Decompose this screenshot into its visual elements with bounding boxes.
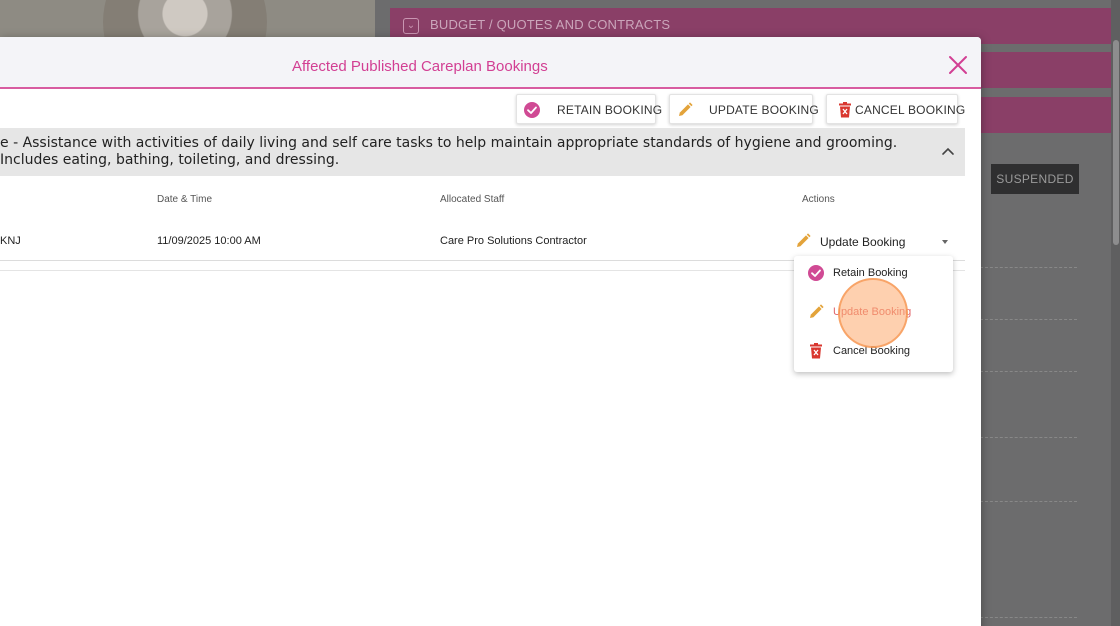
chevron-down-icon: ⌄: [403, 18, 419, 34]
button-label: CANCEL BOOKING: [855, 103, 966, 117]
service-description: e - Assistance with activities of daily …: [0, 135, 898, 168]
dialog-title: Affected Published Careplan Bookings: [292, 58, 548, 75]
column-header-actions: Actions: [802, 194, 835, 205]
booking-action-select[interactable]: Update Booking: [794, 230, 954, 254]
pencil-icon: [797, 233, 811, 247]
section-label: BUDGET / QUOTES AND CONTRACTS: [430, 17, 671, 32]
status-badge: SUSPENDED: [991, 164, 1079, 194]
column-header-allocated-staff: Allocated Staff: [440, 194, 505, 205]
page-scrollbar-thumb: [1113, 40, 1119, 245]
cancel-booking-button[interactable]: CANCEL BOOKING: [826, 94, 965, 124]
divider: [980, 437, 1077, 438]
menu-item-retain-booking[interactable]: Retain Booking: [794, 256, 953, 292]
affected-bookings-dialog: Affected Published Careplan Bookings RET…: [0, 37, 981, 626]
check-circle-icon: [524, 102, 540, 118]
button-label: RETAIN BOOKING: [557, 103, 663, 117]
menu-item-label: Retain Booking: [833, 267, 908, 279]
column-header-date-time: Date & Time: [157, 194, 213, 205]
divider: [980, 267, 1077, 268]
trash-icon: [839, 102, 851, 118]
selected-action-label: Update Booking: [820, 235, 906, 249]
menu-item-label: Update Booking: [833, 306, 912, 318]
divider: [980, 501, 1077, 502]
date-time-cell: 11/09/2025 10:00 AM: [157, 235, 261, 247]
retain-booking-button[interactable]: RETAIN BOOKING: [516, 94, 662, 124]
update-booking-button[interactable]: UPDATE BOOKING: [669, 94, 819, 124]
divider: [980, 319, 1077, 320]
pencil-icon: [810, 304, 824, 318]
booking-action-menu: Retain Booking Update Booking Cancel Boo…: [794, 256, 953, 372]
dialog-header: Affected Published Careplan Bookings: [0, 37, 981, 89]
button-label: UPDATE BOOKING: [709, 103, 819, 117]
menu-item-label: Cancel Booking: [833, 345, 911, 357]
dropdown-caret-icon: [942, 240, 948, 244]
allocated-staff-cell: Care Pro Solutions Contractor: [440, 235, 587, 247]
check-circle-icon: [808, 265, 824, 281]
trash-icon: [810, 343, 822, 359]
menu-item-update-booking[interactable]: Update Booking: [794, 295, 953, 331]
pencil-icon: [679, 102, 693, 116]
divider: [980, 371, 1077, 372]
divider: [980, 617, 1077, 618]
client-cell: KNJ: [0, 235, 21, 247]
service-description-panel[interactable]: e - Assistance with activities of daily …: [0, 128, 965, 176]
menu-item-cancel-booking[interactable]: Cancel Booking: [794, 334, 953, 370]
close-icon[interactable]: [946, 53, 970, 77]
chevron-up-icon[interactable]: [938, 142, 958, 162]
